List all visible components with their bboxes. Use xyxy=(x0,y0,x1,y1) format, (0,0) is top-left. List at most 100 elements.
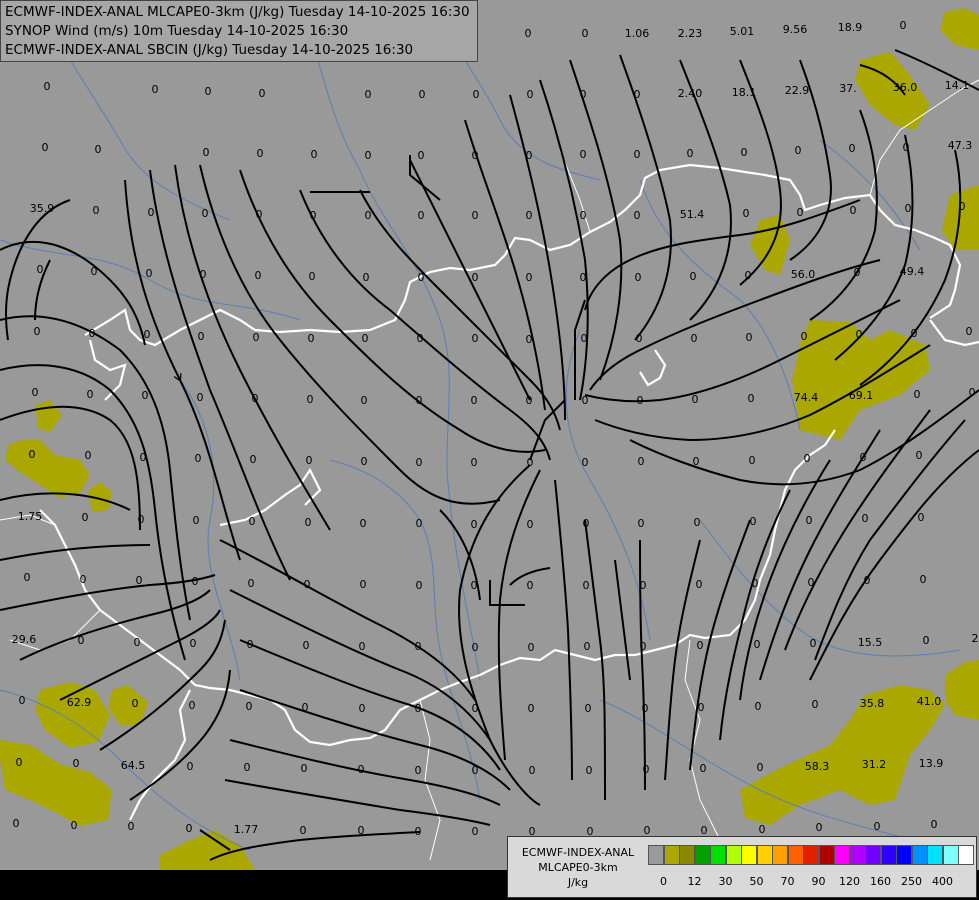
legend-tick-label: 0 xyxy=(660,875,667,888)
grid-value-label: 0 xyxy=(13,817,20,830)
grid-value-label: 0 xyxy=(690,270,697,283)
grid-value-label: 1.06 xyxy=(625,27,650,40)
grid-value-label: 2 xyxy=(972,632,979,645)
grid-value-label: 0 xyxy=(801,330,808,343)
grid-value-label: 0 xyxy=(256,208,263,221)
grid-value-label: 0 xyxy=(358,824,365,837)
grid-value-label: 0 xyxy=(914,388,921,401)
legend-title: ECMWF-INDEX-ANAL MLCAPE0-3km J/kg xyxy=(510,845,646,890)
grid-value-label: 0 xyxy=(37,263,44,276)
grid-value-label: 0 xyxy=(132,697,139,710)
grid-value-label: 0 xyxy=(190,637,197,650)
grid-value-label: 0 xyxy=(643,763,650,776)
grid-value-label: 9.56 xyxy=(783,23,808,36)
grid-value-label: 0 xyxy=(302,701,309,714)
grid-value-label: 0 xyxy=(900,19,907,32)
grid-value-label: 0 xyxy=(755,700,762,713)
grid-value-label: 1.75 xyxy=(18,510,43,523)
grid-value-label: 0 xyxy=(361,394,368,407)
grid-value-label: 0 xyxy=(526,209,533,222)
grid-value-label: 0 xyxy=(584,640,591,653)
grid-value-label: 0 xyxy=(415,825,422,838)
grid-value-label: 0 xyxy=(148,206,155,219)
legend-swatch xyxy=(772,845,788,865)
grid-value-label: 47.3 xyxy=(948,139,973,152)
grid-value-label: 0 xyxy=(749,454,756,467)
grid-value-label: 58.3 xyxy=(805,760,830,773)
grid-value-label: 0 xyxy=(812,698,819,711)
grid-value-label: 0 xyxy=(134,636,141,649)
grid-value-label: 0 xyxy=(305,516,312,529)
grid-value-label: 13.9 xyxy=(919,757,944,770)
grid-value-label: 0 xyxy=(931,818,938,831)
grid-value-label: 0 xyxy=(687,147,694,160)
grid-value-label: 0 xyxy=(693,455,700,468)
grid-value-label: 49.4 xyxy=(900,265,925,278)
grid-value-label: 0 xyxy=(24,571,31,584)
legend-swatch xyxy=(694,845,711,865)
grid-value-label: 0 xyxy=(634,88,641,101)
grid-value-label: 0 xyxy=(472,702,479,715)
grid-value-label: 0 xyxy=(816,821,823,834)
grid-value-label: 0 xyxy=(694,516,701,529)
legend-tick-label: 70 xyxy=(780,875,795,888)
grid-value-label: 0 xyxy=(905,202,912,215)
legend-tick-label: 160 xyxy=(870,875,891,888)
grid-value-label: 0 xyxy=(634,209,641,222)
grid-value-label: 0 xyxy=(306,454,313,467)
grid-value-label: 0 xyxy=(416,579,423,592)
grid-value-label: 0 xyxy=(745,269,752,282)
grid-value-label: 0 xyxy=(860,451,867,464)
grid-value-label: 0 xyxy=(864,574,871,587)
grid-value-label: 0 xyxy=(856,328,863,341)
legend-swatch xyxy=(648,845,664,865)
legend-title-line-1: ECMWF-INDEX-ANAL xyxy=(521,846,635,859)
grid-value-label: 0 xyxy=(310,209,317,222)
grid-value-label: 0 xyxy=(19,694,26,707)
grid-value-label: 0 xyxy=(152,83,159,96)
grid-value-label: 0 xyxy=(634,148,641,161)
grid-value-label: 0 xyxy=(311,148,318,161)
grid-value-label: 0 xyxy=(259,87,266,100)
grid-value-label: 0 xyxy=(195,452,202,465)
grid-value-label: 0 xyxy=(757,761,764,774)
grid-value-label: 0 xyxy=(418,149,425,162)
grid-value-label: 0 xyxy=(29,448,36,461)
grid-value-label: 0 xyxy=(415,764,422,777)
grid-value-label: 0 xyxy=(583,517,590,530)
grid-value-label: 0 xyxy=(253,331,260,344)
grid-value-label: 0 xyxy=(80,573,87,586)
grid-value-label: 56.0 xyxy=(791,268,816,281)
grid-value-label: 0 xyxy=(743,207,750,220)
grid-value-label: 0 xyxy=(365,88,372,101)
grid-value-label: 0 xyxy=(146,267,153,280)
grid-value-label: 31.2 xyxy=(862,758,887,771)
grid-value-label: 0 xyxy=(358,763,365,776)
legend-tick-label: 120 xyxy=(839,875,860,888)
legend-swatch xyxy=(803,845,819,865)
grid-value-label: 0 xyxy=(797,206,804,219)
grid-value-label: 0 xyxy=(360,517,367,530)
legend-swatch xyxy=(911,845,928,865)
legend-title-line-2: MLCAPE0-3km xyxy=(538,861,618,874)
legend-swatch xyxy=(710,845,726,865)
grid-value-label: 0 xyxy=(471,518,478,531)
grid-value-label: 62.9 xyxy=(67,696,92,709)
grid-value-label: 0 xyxy=(472,271,479,284)
grid-value-label: 0 xyxy=(365,149,372,162)
grid-value-label: 0 xyxy=(471,456,478,469)
grid-value-label: 0 xyxy=(472,209,479,222)
grid-value-label: 0 xyxy=(750,515,757,528)
grid-value-label: 0 xyxy=(93,204,100,217)
grid-value-label: 0 xyxy=(89,327,96,340)
grid-value-label: 0 xyxy=(862,512,869,525)
color-legend: ECMWF-INDEX-ANAL MLCAPE0-3km J/kg 0 12 30 5… xyxy=(507,836,977,898)
grid-value-label: 0 xyxy=(471,579,478,592)
grid-value-label: 0 xyxy=(526,333,533,346)
grid-value-label: 41.0 xyxy=(917,695,942,708)
legend-tick-label: 12 xyxy=(687,875,702,888)
legend-swatch xyxy=(942,845,959,865)
grid-value-label: 0 xyxy=(415,702,422,715)
legend-unit: J/kg xyxy=(567,876,589,889)
grid-value-label: 0 xyxy=(255,269,262,282)
